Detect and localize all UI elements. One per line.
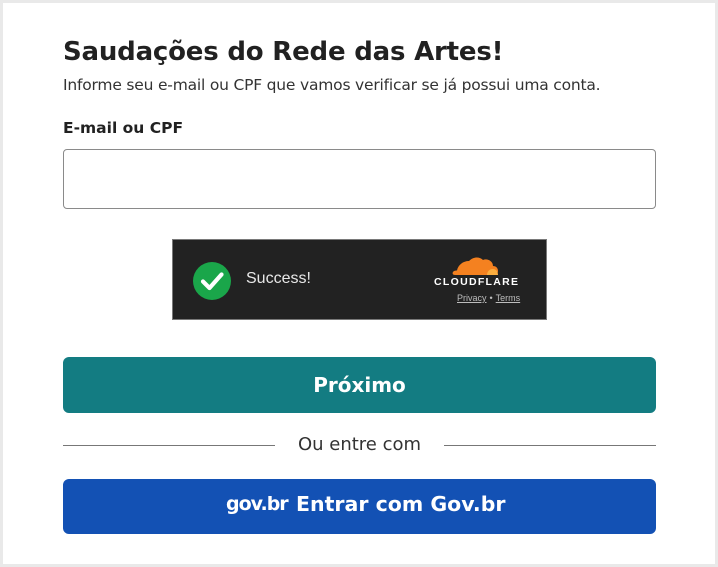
cloudflare-turnstile-widget[interactable]: Success! CLOUDFLARE Privacy • Terms [172, 239, 547, 320]
next-button[interactable]: Próximo [63, 357, 656, 413]
captcha-footer-links: Privacy • Terms [457, 293, 520, 303]
email-field-label: E-mail ou CPF [63, 119, 184, 137]
terms-link[interactable]: Terms [496, 293, 521, 303]
email-cpf-input[interactable] [63, 149, 656, 209]
govbr-button-label: Entrar com Gov.br [296, 492, 506, 516]
privacy-link[interactable]: Privacy [457, 293, 487, 303]
govbr-logo: gov.br [226, 493, 289, 515]
divider-left [63, 445, 275, 446]
page-subtitle: Informe seu e-mail ou CPF que vamos veri… [63, 76, 601, 94]
page-title: Saudações do Rede das Artes! [63, 37, 504, 67]
cloudflare-logo-icon [452, 257, 498, 275]
link-separator: • [489, 293, 493, 303]
govbr-login-button[interactable]: gov.br Entrar com Gov.br [63, 479, 656, 534]
captcha-status-text: Success! [246, 270, 311, 287]
check-circle-icon [193, 262, 231, 300]
login-card: Saudações do Rede das Artes! Informe seu… [3, 3, 715, 564]
cloudflare-wordmark: CLOUDFLARE [434, 276, 520, 288]
divider-right [444, 445, 656, 446]
divider-text: Ou entre com [297, 434, 422, 455]
